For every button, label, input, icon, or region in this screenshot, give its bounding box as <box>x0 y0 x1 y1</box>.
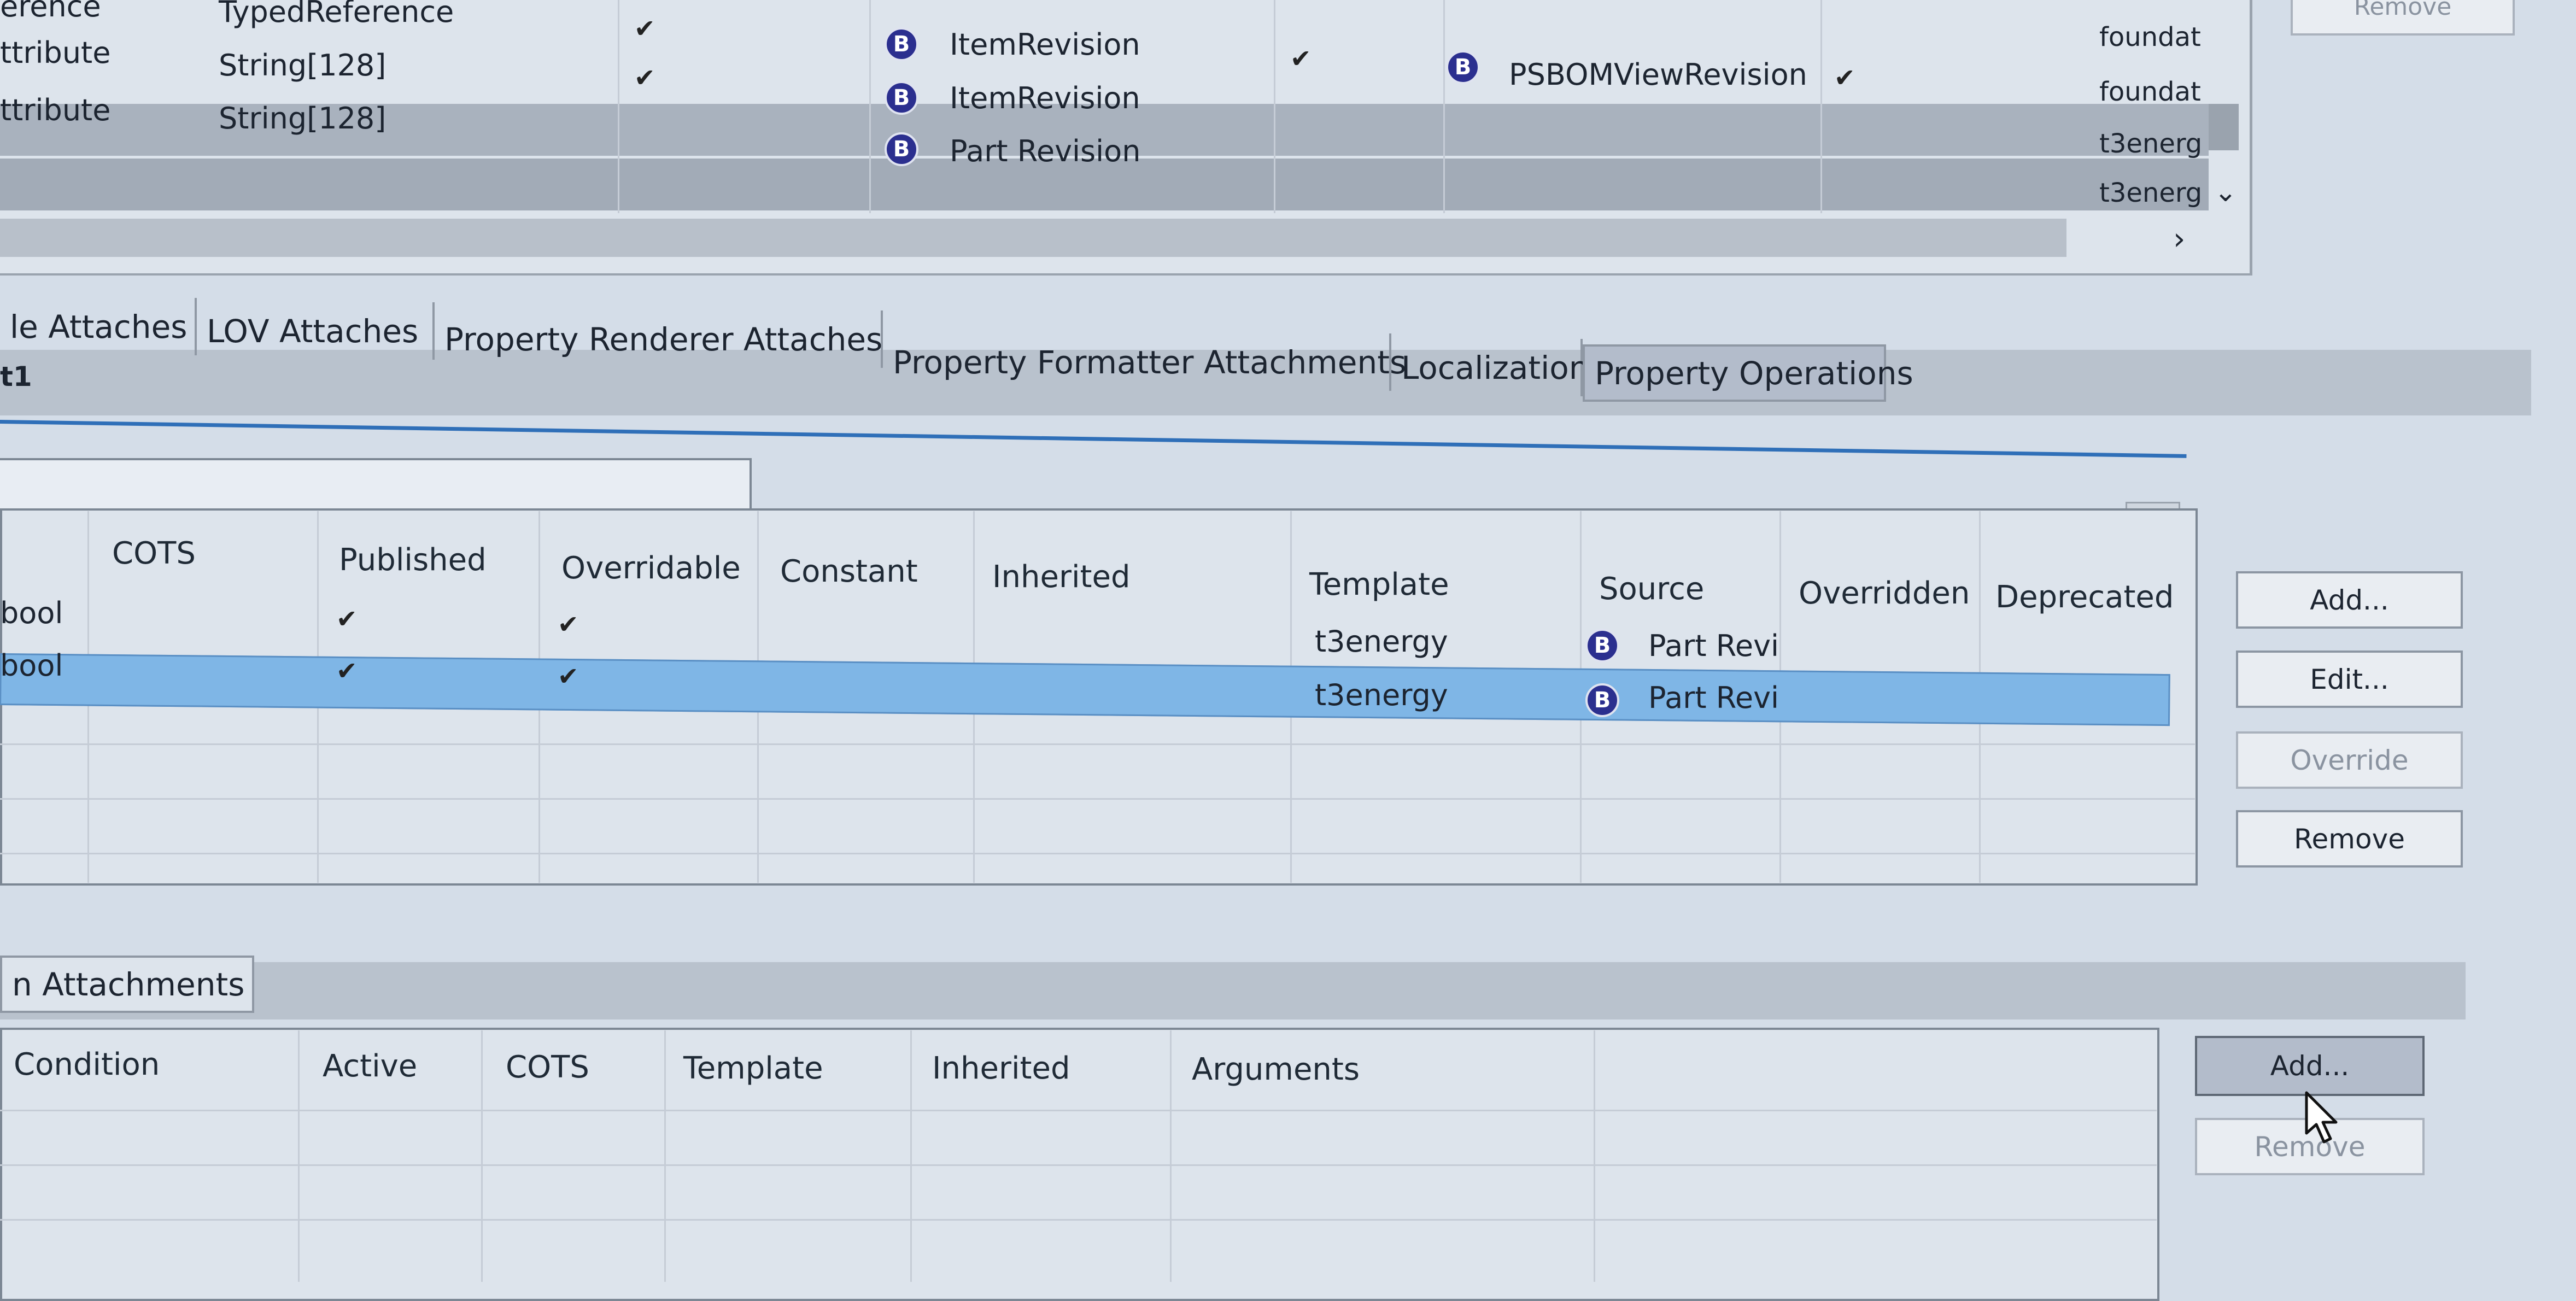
grid-line <box>1274 0 1275 213</box>
row-name: erence <box>0 0 101 24</box>
tab-label: le Attaches <box>10 308 188 345</box>
section-label: t1 <box>0 361 32 392</box>
column-header-arguments[interactable]: Arguments <box>1192 1052 1360 1087</box>
tab-label: Property Renderer Attaches <box>444 320 883 358</box>
grid-line <box>869 0 871 213</box>
row-name: bool <box>0 648 63 683</box>
remove-button-top[interactable]: Remove <box>2291 0 2515 36</box>
column-header-cots[interactable]: COTS <box>506 1050 589 1085</box>
business-object-icon: B <box>885 132 918 166</box>
grid-line <box>481 1030 483 1282</box>
row-type: String[128] <box>219 48 387 83</box>
tab-label: Property Formatter Attachments <box>893 343 1407 381</box>
conditions-tab-strip <box>0 962 2466 1019</box>
add-button-label: Add... <box>2310 584 2389 616</box>
remove-button[interactable]: Remove <box>2236 810 2463 868</box>
grid-line <box>618 0 619 213</box>
grid-line <box>1170 1030 1172 1282</box>
grid-line <box>1443 0 1445 213</box>
row-name: ttribute <box>0 93 111 127</box>
row-source: Part Revi <box>1648 681 1779 715</box>
vertical-scrollbar-thumb[interactable] <box>2209 104 2239 150</box>
business-object-icon: B <box>1585 683 1619 717</box>
check-icon: ✔ <box>336 656 358 685</box>
check-icon: ✔ <box>634 14 655 43</box>
row-template: t3energ <box>2099 178 2203 208</box>
override-button-label: Override <box>2290 744 2409 776</box>
column-header-template[interactable]: Template <box>1309 567 1449 602</box>
column-header-inherited[interactable]: Inherited <box>992 559 1131 595</box>
column-header-inherited[interactable]: Inherited <box>932 1051 1070 1086</box>
grid-line <box>0 853 2195 854</box>
check-icon: ✔ <box>558 661 579 691</box>
column-header-active[interactable]: Active <box>323 1048 417 1084</box>
column-header-template[interactable]: Template <box>683 1051 823 1086</box>
horizontal-scrollbar[interactable] <box>0 219 2066 257</box>
tab-lov-attaches[interactable]: LOV Attaches <box>197 302 435 360</box>
column-header-condition[interactable]: Condition <box>14 1047 160 1082</box>
grid-line <box>0 1164 2157 1166</box>
tab-condition-attachments[interactable]: n Attachments <box>0 956 254 1013</box>
tab-label: Property Operations <box>1595 354 1913 392</box>
row-template: foundat <box>2099 22 2201 52</box>
business-object-icon: B <box>885 27 918 61</box>
grid-line <box>1820 0 1822 213</box>
tab-label: n Attachments <box>12 965 245 1003</box>
grid-line <box>0 1219 2157 1221</box>
check-icon: ✔ <box>1290 44 1312 73</box>
column-header-overridable[interactable]: Overridable <box>561 550 741 586</box>
row-source: ItemRevision <box>950 27 1140 62</box>
tab-property-operations[interactable]: Property Operations <box>1583 344 1913 402</box>
scroll-right-icon[interactable]: › <box>2173 221 2185 257</box>
row-target: PSBOMViewRevision <box>1509 57 1807 92</box>
column-header-published[interactable]: Published <box>339 542 487 578</box>
business-object-icon: B <box>1446 50 1480 84</box>
mouse-cursor-icon <box>2305 1091 2338 1144</box>
grid-line <box>664 1030 666 1282</box>
table-row[interactable] <box>0 599 2192 653</box>
check-icon: ✔ <box>1834 63 1855 92</box>
tab-localization[interactable]: Localization <box>1391 339 1589 396</box>
edit-button[interactable]: Edit... <box>2236 650 2463 708</box>
row-type: String[128] <box>219 101 387 136</box>
override-button[interactable]: Override <box>2236 731 2463 789</box>
section-separator <box>0 420 2187 458</box>
add-button[interactable]: Add... <box>2236 571 2463 629</box>
remove-button-label: Remove <box>2353 0 2452 21</box>
tab-label: Localization <box>1401 349 1589 386</box>
row-name: bool <box>0 596 63 630</box>
grid-line <box>0 1110 2157 1111</box>
tab-property-renderer[interactable]: Property Renderer Attaches <box>435 310 883 368</box>
grid-line <box>1594 1030 1595 1282</box>
tab-label: LOV Attaches <box>207 312 419 350</box>
row-name: ttribute <box>0 36 111 70</box>
scroll-down-icon[interactable]: ⌄ <box>2214 176 2237 208</box>
business-object-icon: B <box>885 81 918 115</box>
check-icon: ✔ <box>336 604 358 634</box>
conditions-add-button[interactable]: Add... <box>2195 1036 2425 1096</box>
row-source: Part Revision <box>950 134 1141 168</box>
grid-line <box>0 743 2195 745</box>
row-template: foundat <box>2099 77 2201 107</box>
add-button-label: Add... <box>2270 1050 2350 1082</box>
row-template: t3energy <box>1315 624 1448 659</box>
grid-line <box>910 1030 912 1282</box>
grid-line <box>0 798 2195 800</box>
grid-line <box>298 1030 300 1282</box>
tab-property-formatter[interactable]: Property Formatter Attachments <box>883 333 1406 391</box>
row-source: Part Revi <box>1648 629 1779 663</box>
column-header-constant[interactable]: Constant <box>780 554 918 589</box>
check-icon: ✔ <box>558 610 579 639</box>
check-icon: ✔ <box>634 63 655 92</box>
column-header-cots[interactable]: COTS <box>112 536 196 571</box>
row-source: ItemRevision <box>950 81 1140 115</box>
row-type: TypedReference <box>219 0 454 29</box>
row-template: t3energy <box>1315 678 1448 712</box>
business-object-icon: B <box>1585 629 1619 663</box>
tab-le-attaches[interactable]: le Attaches <box>0 298 197 355</box>
row-template: t3energ <box>2099 128 2203 159</box>
remove-button-label: Remove <box>2294 823 2405 855</box>
edit-button-label: Edit... <box>2310 663 2389 695</box>
